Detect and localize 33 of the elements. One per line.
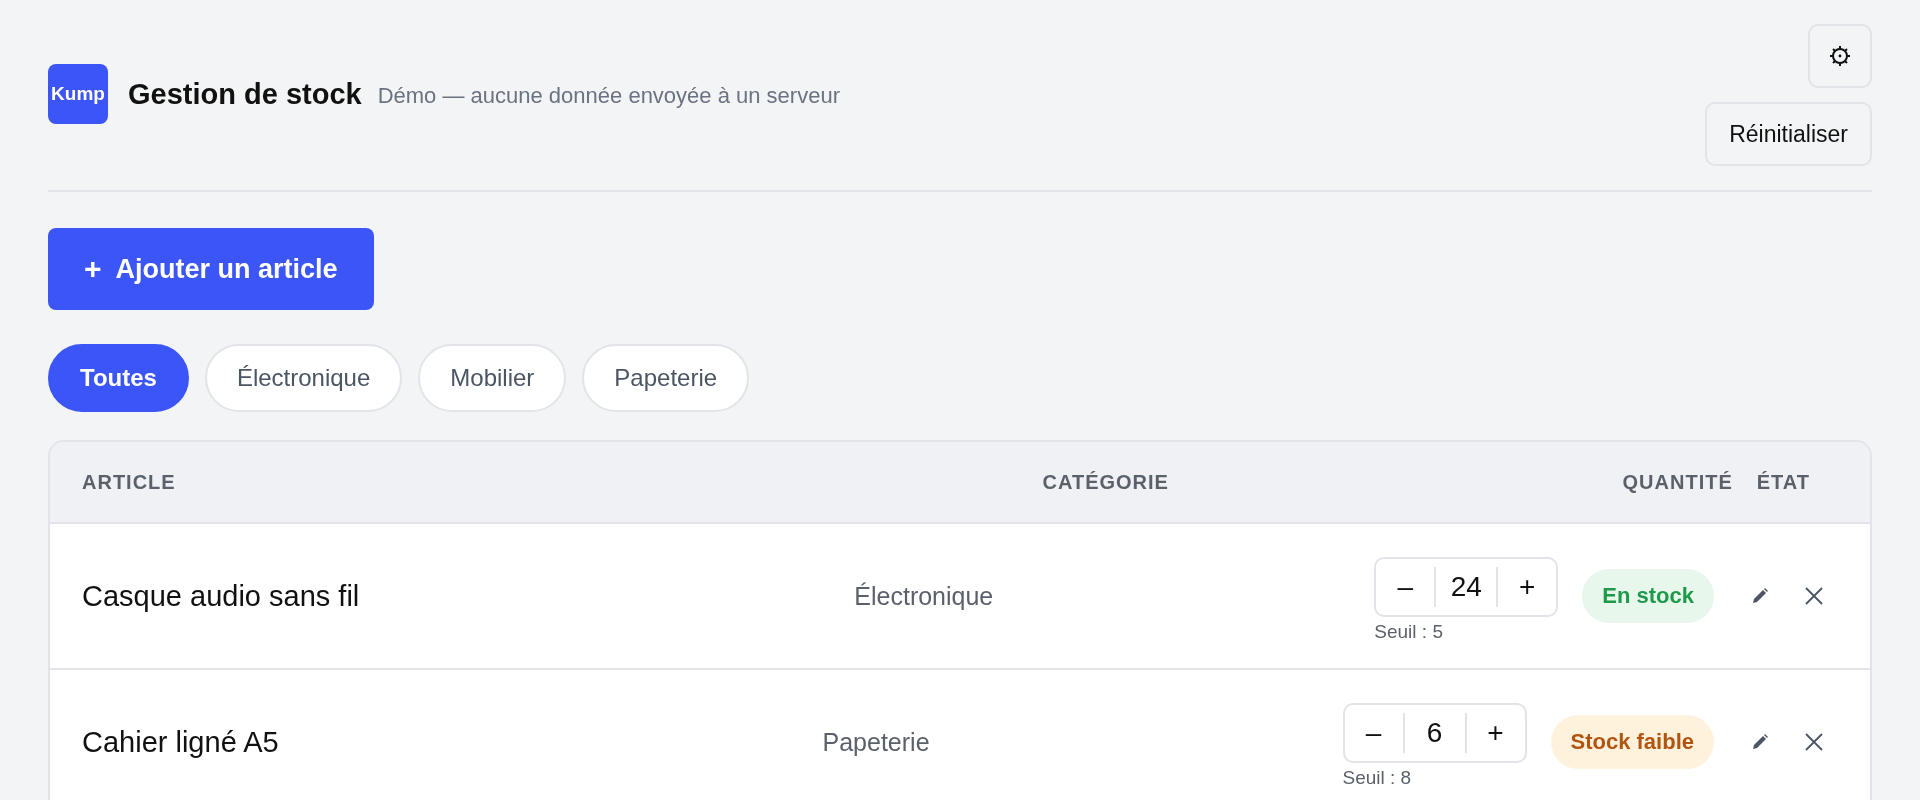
app-title: Gestion de stock [128,77,362,111]
app-logo: Kump [48,64,108,124]
article-name: Casque audio sans fil [82,579,361,613]
stock-status-badge: Stock faible [1550,715,1714,769]
threshold-label: Seuil : 5 [1374,621,1444,643]
category-filter-chip[interactable]: Papeterie [582,344,750,412]
increment-button[interactable]: + [1498,567,1557,607]
article-name: Cahier ligné A5 [82,725,280,759]
article-category: Papeterie [822,727,931,757]
pencil-icon [1750,732,1770,752]
quantity-value: 6 [1402,713,1467,753]
decrement-button[interactable]: – [1376,567,1435,607]
category-filter-chip[interactable]: Électronique [204,344,403,412]
increment-button[interactable]: + [1466,713,1525,753]
category-filter-chip[interactable]: Mobilier [418,344,567,412]
threshold-label: Seuil : 8 [1342,767,1413,789]
column-header: QUANTITÉ [1622,470,1733,494]
settings-icon [1829,45,1851,67]
category-filter-chip[interactable]: Toutes [48,344,189,412]
close-icon [1804,586,1824,606]
column-header: ARTICLE [82,470,177,494]
pencil-icon [1750,586,1770,606]
reset-button[interactable]: Réinitialiser [1705,102,1872,166]
decrement-button[interactable]: – [1344,713,1403,753]
quantity-value: 24 [1434,567,1499,607]
app-subtitle: Démo — aucune donnée envoyée à un serveur [377,83,840,109]
add-article-button[interactable]: + Ajouter un article [48,228,374,310]
close-icon [1804,732,1824,752]
stock-status-badge: En stock [1582,569,1714,623]
settings-button[interactable] [1808,24,1872,88]
column-header: ÉTAT [1756,470,1810,494]
column-header: CATÉGORIE [1042,470,1170,494]
article-category: Électronique [854,581,995,611]
